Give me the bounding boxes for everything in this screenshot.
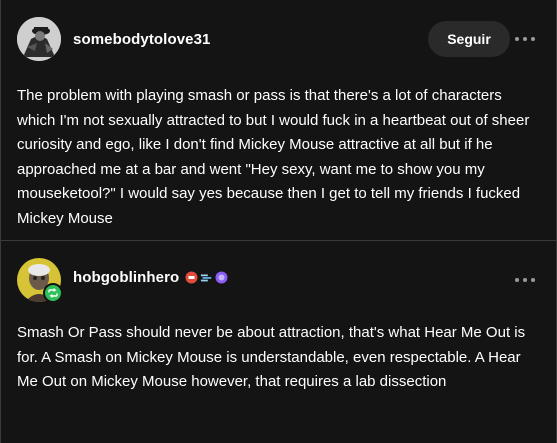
post-body-text: The problem with playing smash or pass i…	[17, 87, 530, 227]
dashboard-feed: somebodytolove31 Seguir The problem with…	[0, 0, 557, 443]
more-dots-icon	[523, 37, 527, 41]
post-author-username[interactable]: hobgoblinhero	[73, 269, 179, 286]
red-badge-icon[interactable]	[185, 271, 198, 284]
post-header: hobgoblinhero	[1, 241, 556, 315]
post-body-text: Smash Or Pass should never be about attr…	[17, 324, 526, 390]
reblog-badge	[43, 283, 63, 303]
more-options-button[interactable]	[511, 29, 539, 49]
more-options-button[interactable]	[511, 270, 539, 290]
avatar[interactable]	[17, 17, 61, 61]
reblog-icon	[48, 288, 58, 298]
more-dots-icon	[515, 278, 519, 282]
avatar-image	[17, 17, 61, 61]
follow-button[interactable]: Seguir	[428, 21, 510, 57]
blue-badge-icon[interactable]	[200, 271, 213, 284]
post-header: somebodytolove31 Seguir	[1, 0, 556, 80]
post-card: somebodytolove31 Seguir The problem with…	[1, 0, 556, 240]
purple-badge-icon[interactable]	[215, 271, 228, 284]
more-dots-icon	[531, 37, 535, 41]
more-dots-icon	[515, 37, 519, 41]
post-card: hobgoblinhero Smash Or Pass should never…	[1, 240, 556, 443]
more-dots-icon	[531, 278, 535, 282]
post-author-username[interactable]: somebodytolove31	[73, 31, 210, 48]
more-dots-icon	[523, 278, 527, 282]
user-badges	[185, 271, 228, 284]
